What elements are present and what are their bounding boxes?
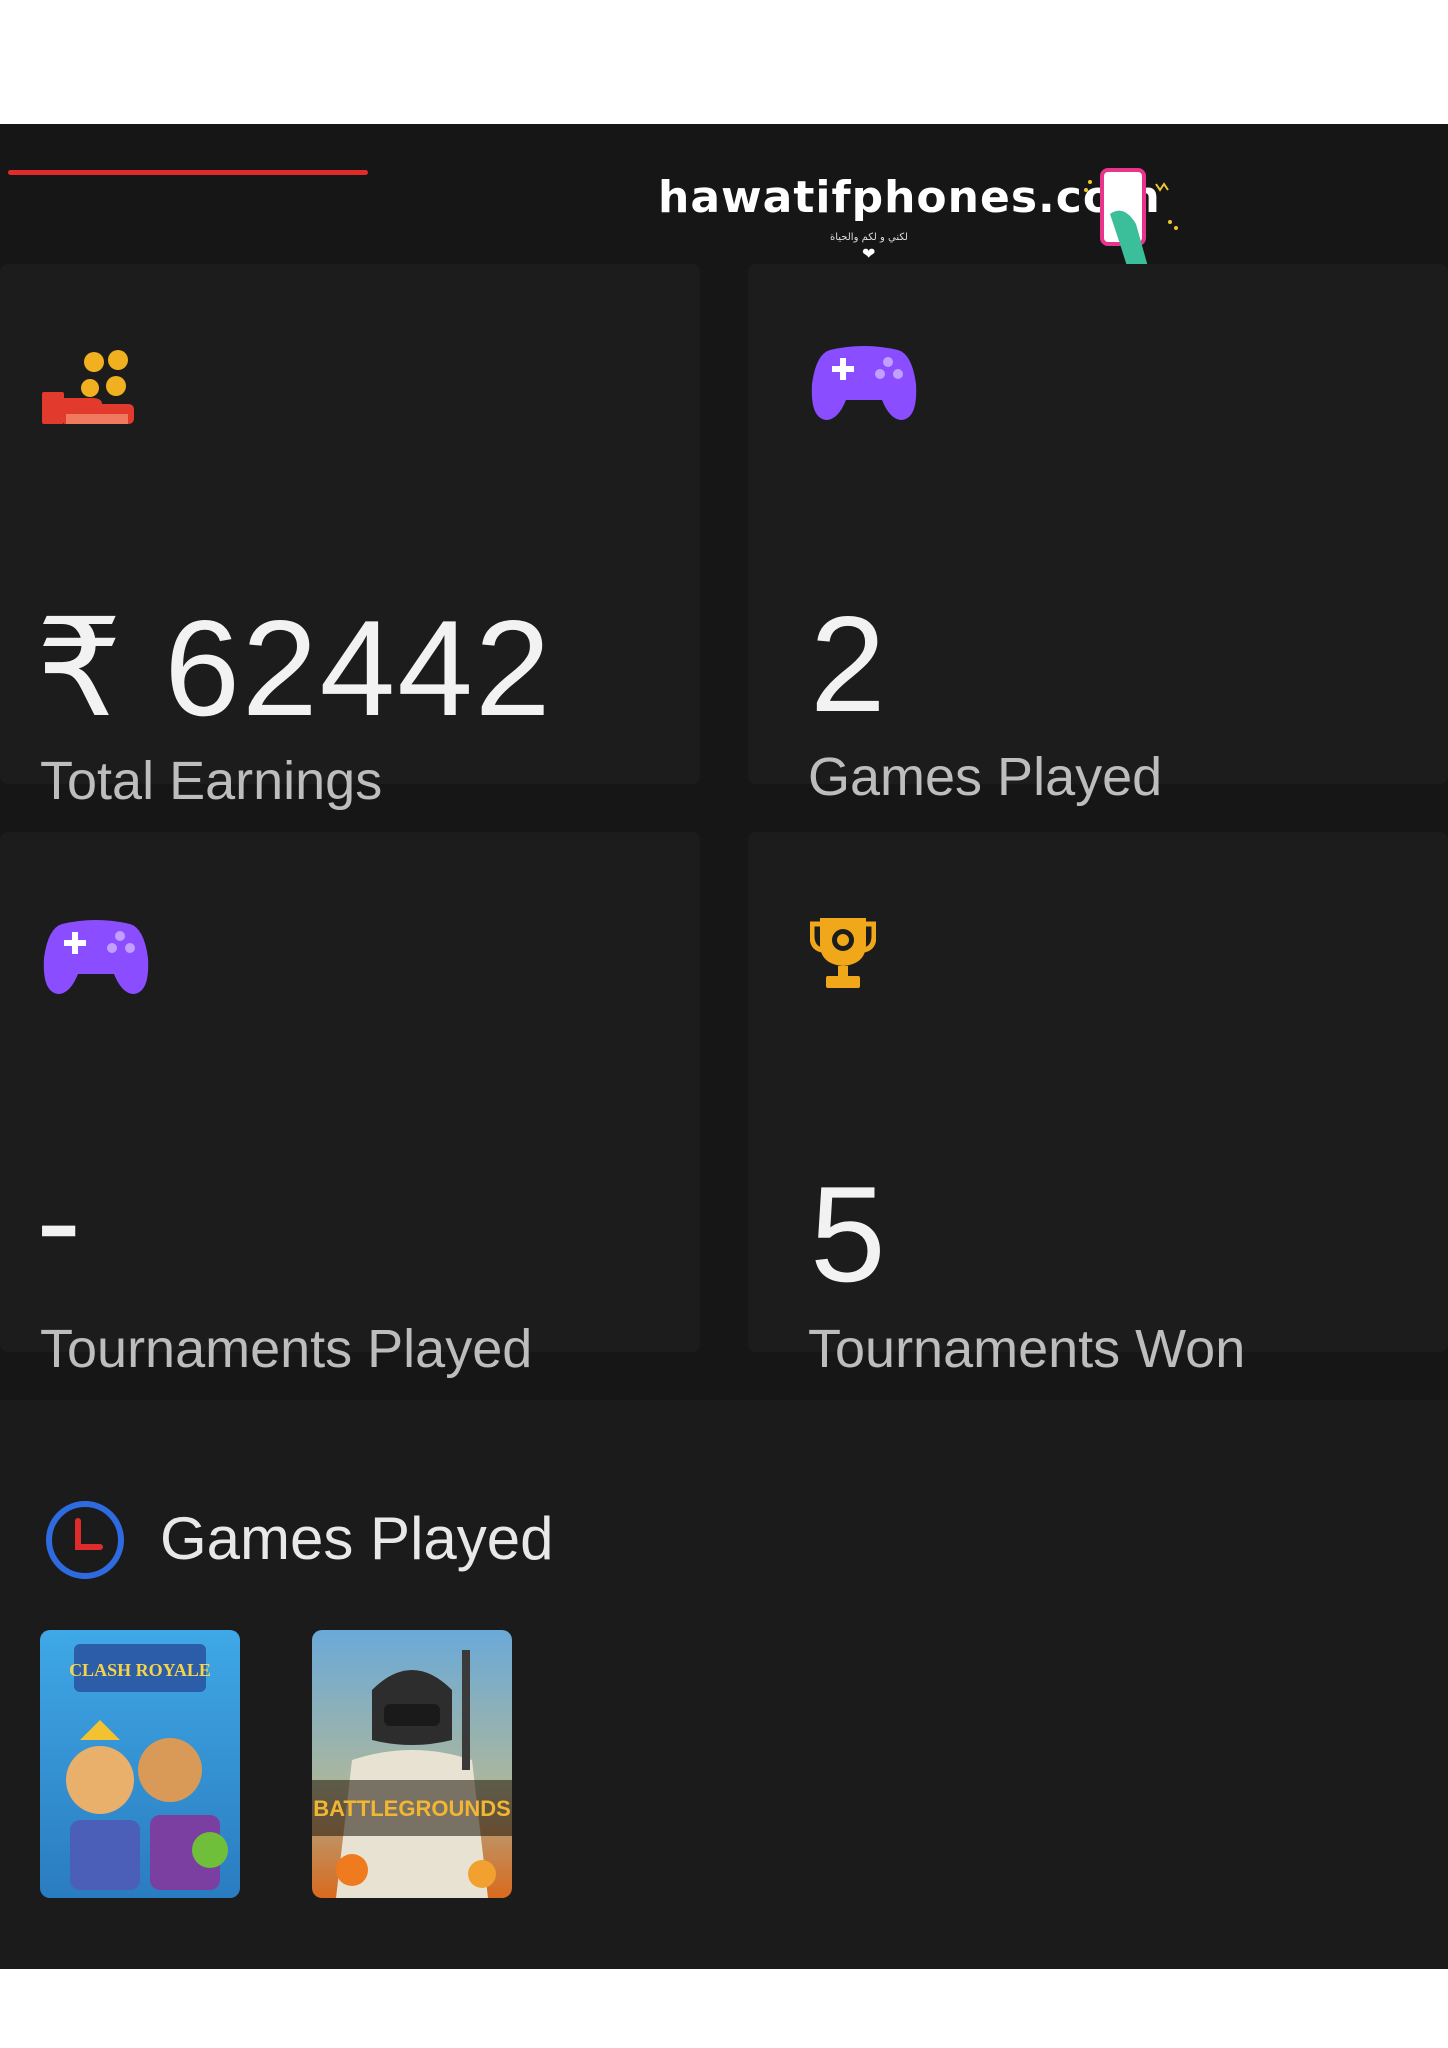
clash-royale-logo: CLASH ROYALE [69, 1660, 211, 1680]
games-played-card: 2 Games Played [748, 264, 1448, 804]
clash-royale-art: CLASH ROYALE [40, 1630, 240, 1898]
clock-icon [46, 1501, 124, 1579]
gamepad-icon [43, 920, 149, 994]
pubg-logo: BATTLEGROUNDS [313, 1796, 511, 1821]
tournaments-won-value: 5 [810, 1158, 888, 1310]
tournaments-won-label: Tournaments Won [808, 1319, 1246, 1379]
total-earnings-card: ₹ 62442 Total Earnings [0, 264, 700, 808]
top-bar: hawatifphones.com لكني و لكم والحياة ❤ [0, 124, 1448, 296]
tournaments-played-card: - Tournaments Played [0, 832, 700, 1376]
total-earnings-value: ₹ 62442 [36, 592, 553, 744]
trophy-icon [810, 918, 876, 988]
stats-screen: hawatifphones.com لكني و لكم والحياة ❤ ₹… [0, 124, 1448, 1969]
games-played-label: Games Played [808, 747, 1163, 807]
game-thumbnail-pubg[interactable]: BATTLEGROUNDS [312, 1630, 512, 1898]
games-played-value: 2 [810, 588, 888, 740]
tournaments-played-value: - [36, 1144, 84, 1296]
gamepad-icon [811, 346, 917, 420]
section-title: Games Played [160, 1505, 554, 1572]
tournaments-won-card: 5 Tournaments Won [748, 832, 1448, 1376]
games-played-section: Games Played CLASH ROYALE BATTLEGROUNDS [0, 1400, 1448, 1969]
watermark-tagline: لكني و لكم والحياة [830, 232, 908, 243]
coins-hand-icon [42, 350, 134, 424]
pubg-art: BATTLEGROUNDS [312, 1630, 512, 1898]
total-earnings-label: Total Earnings [40, 751, 383, 811]
game-thumbnail-clash-royale[interactable]: CLASH ROYALE [40, 1630, 240, 1898]
heart-icon: ❤ [862, 244, 876, 263]
tournaments-played-label: Tournaments Played [40, 1319, 533, 1379]
active-tab-indicator [8, 170, 368, 175]
